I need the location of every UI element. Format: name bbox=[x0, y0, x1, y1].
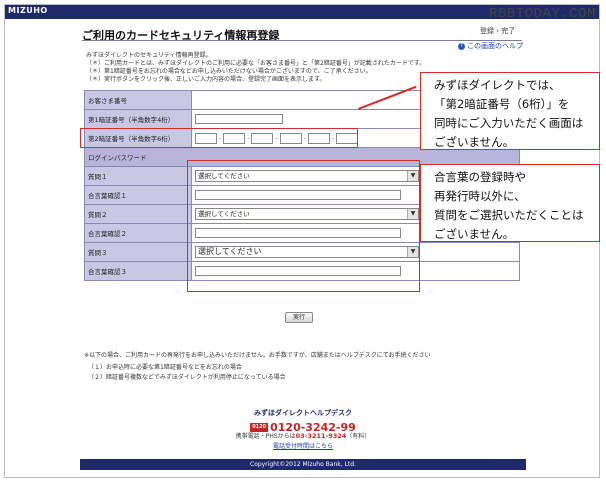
callout-text: ございません。 bbox=[434, 135, 515, 149]
question1-label: 質問１ bbox=[84, 166, 192, 186]
mobile-note: （有料） bbox=[346, 433, 371, 440]
pin1-input[interactable] bbox=[195, 114, 283, 124]
execute-button[interactable]: 実行 bbox=[285, 312, 313, 323]
question3-label: 質問３ bbox=[84, 242, 192, 262]
answer1-label: 合言葉確認１ bbox=[84, 185, 192, 205]
callout-text: 再発行時以外に、 bbox=[434, 189, 526, 203]
question2-label: 質問２ bbox=[84, 204, 192, 224]
help-link-label: この画面のヘルプ bbox=[467, 42, 523, 50]
highlight-box-pin2 bbox=[80, 128, 358, 148]
hours-link[interactable]: 電話受付時間はこちら bbox=[0, 441, 606, 450]
callout-text: 「第2暗証番号（6桁）」を bbox=[434, 97, 570, 111]
intro-line: （＊）実行ボタンをクリック後、正しいご入力内容の場合、登録完了画面を表示します。 bbox=[86, 76, 326, 83]
notice-item: （１）お申込時に必要な第1暗証番号などをお忘れの場合 bbox=[88, 364, 242, 371]
step-nav: 登録 › 完了 bbox=[480, 27, 516, 35]
notice-heading: ※以下の場合、ご利用カードの再発行をお申し込みいただけません。お手数ですが、店舗… bbox=[84, 352, 431, 359]
mobile-phone-row: 携帯電話・PHSからは03-3211-9324（有料） bbox=[0, 431, 606, 440]
callout-question-warning: 合言葉の登録時や 再発行時以外に、 質問をご選択いただくことは ございません。 bbox=[420, 164, 600, 242]
callout-text: 同時にご入力いただく画面は bbox=[434, 116, 584, 130]
mobile-number: 03-3211-9324 bbox=[295, 432, 347, 440]
answer3-label: 合言葉確認３ bbox=[84, 261, 192, 281]
callout-text: 質問をご選択いただくことは bbox=[434, 208, 584, 222]
title-divider bbox=[82, 40, 522, 41]
footer-copyright: Copyright©2012 Mizuho Bank, Ltd. bbox=[80, 459, 526, 470]
callout-pin2-warning: みずほダイレクトでは、 「第2暗証番号（6桁）」を 同時にご入力いただく画面は … bbox=[420, 72, 600, 150]
mobile-label: 携帯電話・PHSからは bbox=[235, 433, 296, 440]
help-icon: ? bbox=[458, 42, 465, 50]
help-link[interactable]: ? この画面のヘルプ bbox=[458, 41, 523, 51]
notice-item: （２）暗証番号複数などでみずほダイレクトが利用停止になっている場合 bbox=[88, 374, 286, 381]
highlight-box-questions bbox=[187, 160, 420, 292]
mizuho-logo: MIZUHO bbox=[8, 6, 48, 15]
callout-text: ございません。 bbox=[434, 227, 515, 241]
customer-number-label: お客さま番号 bbox=[84, 90, 192, 110]
pin1-label: 第1暗証番号（半角数字4桁） bbox=[84, 109, 192, 129]
callout-text: みずほダイレクトでは、 bbox=[434, 78, 561, 92]
answer2-label: 合言葉確認２ bbox=[84, 223, 192, 243]
watermark: RBBTODAY.COM bbox=[489, 6, 596, 22]
callout-text: 合言葉の登録時や bbox=[434, 170, 526, 184]
